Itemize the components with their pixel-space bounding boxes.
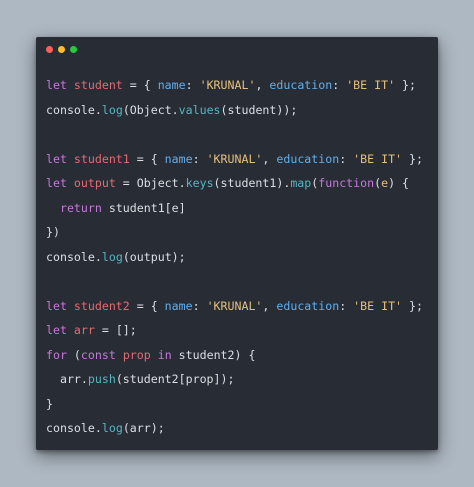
code-token-plain: = []; [94, 323, 137, 337]
code-token-plain: } [46, 396, 53, 411]
code-line: let student2 = { name: 'KRUNAL', educati… [46, 294, 423, 319]
code-token-property: education [276, 298, 340, 313]
code-token-plain: : [339, 298, 354, 313]
code-token-method: log [101, 102, 123, 117]
code-token-variable: arr [73, 323, 95, 337]
close-dot[interactable] [46, 46, 53, 53]
code-token-plain: , [255, 78, 270, 92]
minimize-dot[interactable] [58, 46, 65, 53]
code-token-string: 'KRUNAL' [199, 78, 256, 92]
code-token-plain: : [192, 151, 207, 166]
code-token-keyword: in [157, 347, 172, 362]
code-token-keyword: const [80, 347, 116, 362]
code-token-variable: output [73, 176, 116, 190]
code-line: arr.push(student2[prop]); [46, 367, 423, 392]
code-token-plain: = { [129, 151, 165, 166]
code-token-plain: (student)); [220, 102, 298, 117]
code-line: let student1 = { name: 'KRUNAL', educati… [46, 147, 423, 172]
code-token-keyword: let [46, 323, 74, 337]
code-token-plain: }; [402, 298, 423, 313]
code-token-plain: : [192, 298, 207, 313]
code-token-method: log [101, 249, 123, 264]
code-token-plain: (arr); [122, 421, 165, 435]
code-token-string: 'BE IT' [346, 78, 396, 92]
code-block: let student = { name: 'KRUNAL', educatio… [46, 73, 423, 441]
code-token-plain: ) { [388, 176, 410, 190]
code-token-plain: : [185, 78, 200, 92]
code-line: } [46, 392, 423, 417]
code-token-keyword: let [46, 298, 74, 313]
code-token-method: map [290, 176, 312, 190]
code-token-string: 'KRUNAL' [206, 298, 263, 313]
code-token-variable: student2 [73, 298, 130, 313]
code-token-keyword: let [46, 78, 74, 92]
code-line: let output = Object.keys(student1).map(f… [46, 171, 423, 196]
code-token-property: name [164, 298, 193, 313]
code-token-string: 'KRUNAL' [206, 151, 263, 166]
code-token-method: push [87, 372, 116, 386]
code-token-plain: arr. [46, 372, 88, 386]
code-token-plain: . [94, 249, 102, 264]
code-token-method: log [101, 421, 123, 435]
code-token-plain: . [94, 421, 102, 435]
code-window: let student = { name: 'KRUNAL', educatio… [36, 37, 438, 450]
code-token-plain: . [94, 102, 102, 117]
code-token-method: values [178, 102, 221, 117]
code-token-keyword: for [46, 347, 67, 362]
code-token-plain: (output); [122, 249, 186, 264]
code-token-plain: (student2[prop]); [115, 372, 235, 386]
code-token-variable: student [73, 78, 123, 92]
code-line: let student = { name: 'KRUNAL', educatio… [46, 73, 423, 98]
code-line: let arr = []; [46, 318, 423, 343]
code-token-plain: (student1). [213, 176, 291, 190]
code-token-plain: student2) { [171, 347, 256, 362]
code-token-variable: student1 [73, 151, 130, 166]
code-token-plain: , [262, 151, 277, 166]
code-token-plain: console [46, 102, 95, 117]
code-token-keyword: function [318, 176, 375, 190]
code-token-string: 'BE IT' [353, 151, 403, 166]
code-token-plain: }; [402, 151, 423, 166]
code-token-property: name [157, 78, 186, 92]
code-token-plain: console [46, 421, 95, 435]
code-line: console.log(arr); [46, 416, 423, 441]
code-line: console.log(output); [46, 245, 423, 270]
code-token-plain: : [332, 78, 347, 92]
code-line: return student1[e] [46, 196, 423, 221]
code-token-plain: ( [66, 347, 81, 362]
code-line: for (const prop in student2) { [46, 343, 423, 368]
code-token-plain: = { [129, 298, 165, 313]
maximize-dot[interactable] [70, 46, 77, 53]
code-token-keyword: return [59, 200, 102, 215]
code-token-property: name [164, 151, 193, 166]
code-token-plain: console [46, 249, 95, 264]
code-token-property: education [269, 78, 333, 92]
code-token-keyword: let [46, 151, 74, 166]
code-token-plain: = Object. [115, 176, 186, 190]
code-line: console.log(Object.values(student)); [46, 98, 423, 123]
code-token-plain: : [339, 151, 354, 166]
code-token-property: education [276, 151, 340, 166]
code-token-plain: }; [395, 78, 417, 92]
code-token-plain: student1[e] [101, 200, 186, 215]
code-token-method: keys [185, 176, 214, 190]
code-token-plain: }) [46, 225, 60, 239]
code-token-variable: prop [122, 347, 151, 362]
code-token-plain: (Object. [122, 102, 179, 117]
code-token-string: 'BE IT' [353, 298, 403, 313]
code-token-plain: , [262, 298, 277, 313]
window-controls [46, 46, 77, 53]
code-token-plain: = { [122, 78, 158, 92]
code-token-keyword: let [46, 176, 74, 190]
code-line: }) [46, 220, 423, 245]
